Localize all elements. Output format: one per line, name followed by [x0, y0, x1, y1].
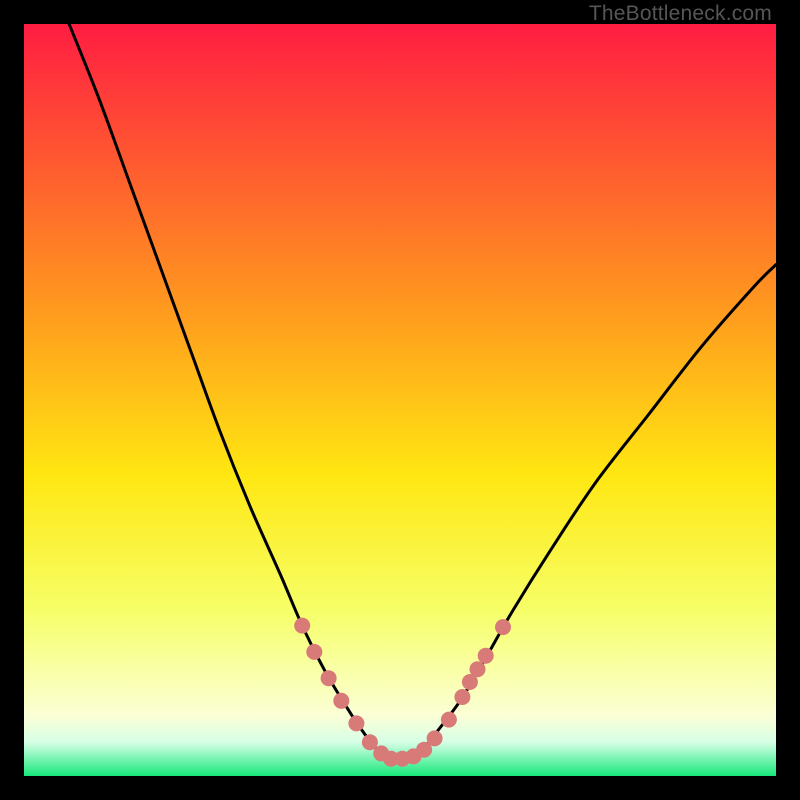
data-marker	[427, 730, 443, 746]
data-marker	[441, 712, 457, 728]
watermark-text: TheBottleneck.com	[589, 2, 772, 26]
data-marker	[470, 661, 486, 677]
gradient-background	[24, 24, 776, 776]
bottleneck-chart	[24, 24, 776, 776]
data-marker	[294, 618, 310, 634]
data-marker	[478, 648, 494, 664]
data-marker	[348, 715, 364, 731]
chart-frame	[24, 24, 776, 776]
data-marker	[454, 689, 470, 705]
data-marker	[495, 619, 511, 635]
data-marker	[333, 693, 349, 709]
data-marker	[321, 670, 337, 686]
data-marker	[306, 644, 322, 660]
